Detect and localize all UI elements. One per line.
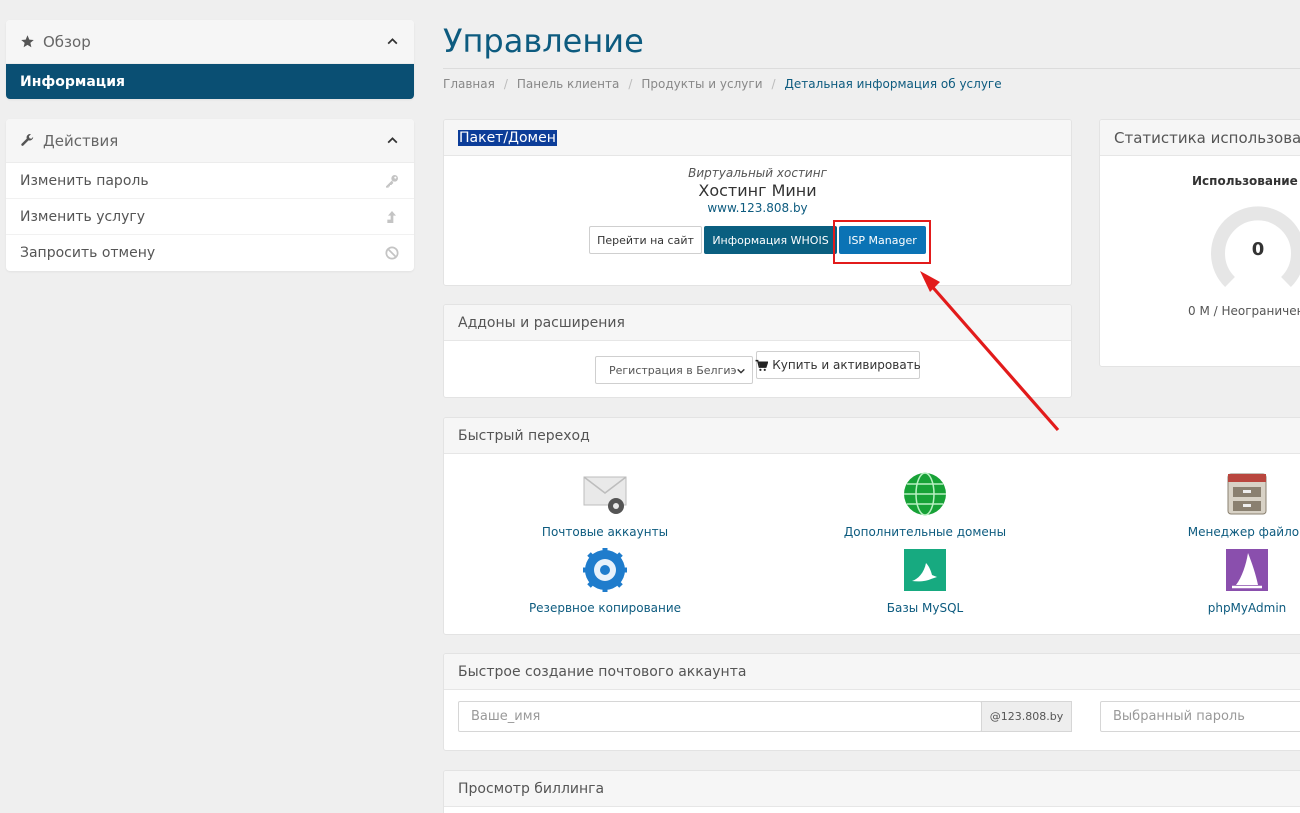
breadcrumb-separator: / (771, 77, 776, 91)
chevron-up-icon[interactable] (386, 35, 400, 48)
quick-item-addon-domains[interactable]: Дополнительные домены (815, 471, 1035, 539)
quick-item-mysql[interactable]: Базы MySQL (815, 547, 1035, 615)
sidebar-actions-panel: Действия Изменить пароль Изменить услугу… (6, 119, 414, 271)
sidebar-item-change-password[interactable]: Изменить пароль (6, 163, 414, 199)
wrench-icon (20, 133, 36, 148)
chevron-down-icon (736, 366, 746, 376)
breadcrumb: Главная / Панель клиента / Продукты и ус… (443, 77, 1002, 91)
breadcrumb-home[interactable]: Главная (443, 77, 495, 91)
addons-panel: Аддоны и расширения Регистрация в Белгиэ… (443, 304, 1072, 398)
package-name: Хостинг Мини (698, 181, 817, 200)
package-panel-header: Пакет/Домен (444, 120, 1071, 156)
addon-select-value: Регистрация в Белгиэ (609, 363, 737, 377)
phpmyadmin-sail-icon (1226, 549, 1268, 591)
disk-usage-title: Использование ди (1192, 174, 1300, 188)
quick-item-file-manager[interactable]: Менеджер файлов (1137, 471, 1300, 539)
sidebar-item-label: Изменить услугу (20, 208, 146, 225)
quick-item-email-accounts[interactable]: Почтовые аккаунты (495, 471, 715, 539)
gauge-value: 0 (1251, 239, 1265, 260)
sidebar-overview-panel: Обзор Информация (6, 20, 414, 99)
package-info: Виртуальный хостинг Хостинг Мини www.123… (444, 166, 1071, 254)
sidebar-item-info[interactable]: Информация (6, 64, 414, 99)
usage-stats-panel: Статистика использовани Использование ди… (1099, 119, 1300, 367)
package-buttons: Перейти на сайт Информация WHOIS ISP Man… (444, 226, 1071, 254)
sidebar-item-change-service[interactable]: Изменить услугу (6, 199, 414, 235)
package-panel-title: Пакет/Домен (458, 129, 557, 146)
quick-item-label: Базы MySQL (886, 601, 964, 615)
buy-activate-label: Купить и активировать (772, 358, 921, 372)
cart-icon (755, 359, 769, 372)
sidebar-overview-header[interactable]: Обзор (6, 20, 414, 64)
quick-item-label: Менеджер файлов (1187, 525, 1300, 539)
email-create-panel: Быстрое создание почтового аккаунта Ваше… (443, 653, 1300, 751)
breadcrumb-separator: / (628, 77, 633, 91)
quick-item-backup[interactable]: Резервное копирование (495, 547, 715, 615)
quick-item-phpmyadmin[interactable]: phpMyAdmin (1137, 547, 1300, 615)
breadcrumb-products[interactable]: Продукты и услуги (641, 77, 762, 91)
disk-usage-text: 0 M / Неограничен (1188, 304, 1300, 318)
chevron-up-icon[interactable] (386, 134, 400, 147)
email-name-input[interactable]: Ваше_имя (458, 701, 982, 732)
sidebar-actions-header[interactable]: Действия (6, 119, 414, 163)
whois-info-button[interactable]: Информация WHOIS (704, 226, 837, 254)
buy-activate-button[interactable]: Купить и активировать (755, 351, 921, 379)
arrow-up-icon (384, 209, 400, 225)
quick-nav-panel: Быстрый переход Почтовые аккаунты Дополн… (443, 417, 1300, 635)
sidebar-item-cancel-request[interactable]: Запросить отмену (6, 235, 414, 271)
mail-settings-icon (583, 476, 627, 514)
usage-stats-header: Статистика использовани (1100, 120, 1300, 156)
email-domain-suffix: @123.808.by (981, 701, 1072, 732)
package-domain-link[interactable]: www.123.808.by (444, 201, 1071, 215)
sidebar-item-label: Запросить отмену (20, 245, 156, 261)
backup-gear-icon (583, 548, 627, 592)
quick-item-label: Почтовые аккаунты (541, 525, 669, 539)
package-type: Виртуальный хостинг (688, 166, 827, 180)
quick-item-label: Дополнительные домены (843, 525, 1007, 539)
visit-site-button[interactable]: Перейти на сайт (589, 226, 702, 254)
globe-icon (904, 472, 946, 516)
billing-header: Просмотр биллинга (444, 771, 1300, 807)
email-create-header: Быстрое создание почтового аккаунта (444, 654, 1300, 690)
addon-select[interactable]: Регистрация в Белгиэ (595, 356, 753, 384)
sidebar-actions-title: Действия (43, 131, 119, 150)
file-cabinet-icon (1227, 473, 1267, 515)
quick-nav-header: Быстрый переход (444, 418, 1300, 454)
key-icon (384, 173, 400, 189)
breadcrumb-client-area[interactable]: Панель клиента (517, 77, 619, 91)
sidebar-item-label: Изменить пароль (20, 172, 149, 189)
breadcrumb-separator: / (503, 77, 508, 91)
ban-icon (384, 245, 400, 261)
quick-item-label: phpMyAdmin (1207, 601, 1287, 615)
sidebar-overview-title: Обзор (43, 32, 91, 51)
email-password-input[interactable]: Выбранный пароль (1100, 701, 1300, 732)
quick-item-label: Резервное копирование (528, 601, 682, 615)
disk-usage-gauge: 0 (1210, 206, 1300, 302)
page-title: Управление (443, 22, 644, 60)
star-icon (20, 34, 36, 49)
addons-panel-header: Аддоны и расширения (444, 305, 1071, 341)
billing-panel: Просмотр биллинга (443, 770, 1300, 813)
mysql-dolphin-icon (904, 549, 946, 591)
highlight-box (833, 220, 931, 264)
package-panel: Пакет/Домен Виртуальный хостинг Хостинг … (443, 119, 1072, 286)
title-divider (443, 68, 1300, 69)
breadcrumb-current: Детальная информация об услуге (784, 77, 1002, 91)
